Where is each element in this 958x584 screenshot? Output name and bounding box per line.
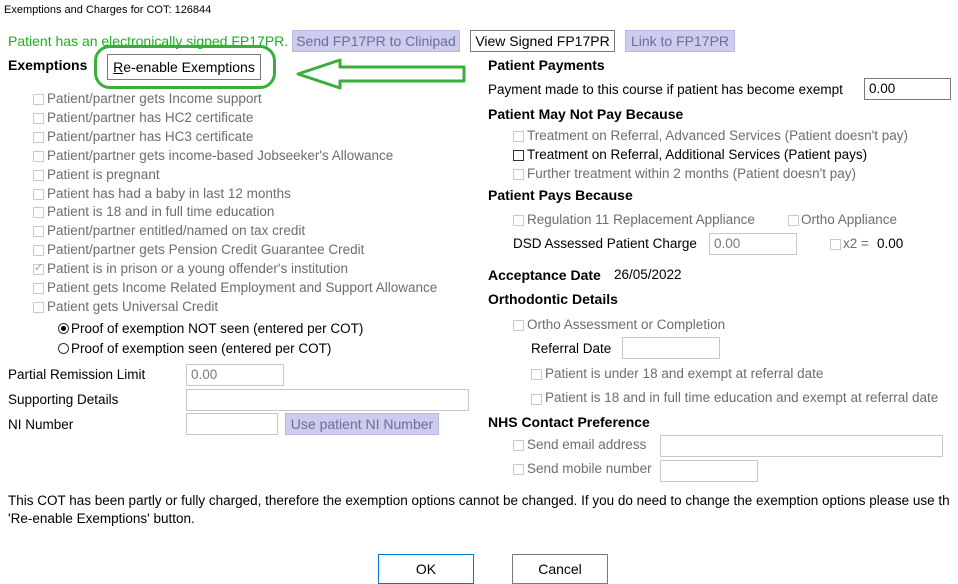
x2-label: x2 = xyxy=(843,236,869,251)
proof-not-seen-label: Proof of exemption NOT seen (entered per… xyxy=(71,321,364,336)
send-mobile-label: Send mobile number xyxy=(527,461,652,476)
reenable-exemptions-button[interactable]: Re-enable Exemptions xyxy=(107,54,261,80)
exemption-label: Patient/partner has HC2 certificate xyxy=(47,110,254,125)
ortho-assessment-checkbox[interactable] xyxy=(513,320,524,331)
send-mobile-checkbox[interactable] xyxy=(513,464,524,475)
x2-checkbox[interactable] xyxy=(830,239,841,250)
exemption-checkbox[interactable] xyxy=(33,283,44,294)
ortho-appliance-label: Ortho Appliance xyxy=(801,212,898,227)
exemption-label: Patient/partner gets Pension Credit Guar… xyxy=(47,242,365,257)
ok-button[interactable]: OK xyxy=(378,554,474,584)
cancel-button[interactable]: Cancel xyxy=(512,554,608,584)
payment-made-input[interactable]: 0.00 xyxy=(864,78,951,100)
regulation11-checkbox[interactable] xyxy=(513,215,524,226)
exemptions-heading: Exemptions xyxy=(8,57,88,73)
exemption-checkbox[interactable] xyxy=(33,245,44,256)
patient-payments-heading: Patient Payments xyxy=(488,57,605,73)
exemption-label: Patient has had a baby in last 12 months xyxy=(47,186,291,201)
send-fp17-button[interactable]: Send FP17PR to Clinipad xyxy=(292,30,460,52)
mobile-input[interactable] xyxy=(660,460,758,482)
x2-value: 0.00 xyxy=(877,236,904,251)
x2-text: x2 = xyxy=(843,236,869,251)
may-not-pay-heading: Patient May Not Pay Because xyxy=(488,106,684,122)
ortho-appliance-checkbox[interactable] xyxy=(788,215,799,226)
further-treatment-label: Further treatment within 2 months (Patie… xyxy=(527,166,856,181)
additional-services-label: Treatment on Referral, Additional Servic… xyxy=(527,147,868,162)
proof-seen-label: Proof of exemption seen (entered per COT… xyxy=(71,341,332,356)
link-fp17-button[interactable]: Link to FP17PR xyxy=(625,30,735,52)
partial-remission-label: Partial Remission Limit xyxy=(8,367,146,382)
view-signed-fp17-button[interactable]: View Signed FP17PR xyxy=(470,30,615,52)
exemption-label: Patient/partner gets Income support xyxy=(47,91,262,106)
ortho-assessment-label: Ortho Assessment or Completion xyxy=(527,317,726,332)
dsd-charge-label: DSD Assessed Patient Charge xyxy=(513,236,697,251)
advanced-services-checkbox[interactable] xyxy=(513,131,524,142)
referral-date-input[interactable] xyxy=(622,337,720,359)
supporting-details-label: Supporting Details xyxy=(8,392,119,407)
exemption-checkbox[interactable] xyxy=(33,189,44,200)
exemption-label: Patient gets Income Related Employment a… xyxy=(47,280,438,295)
ni-number-label: NI Number xyxy=(8,417,74,432)
send-email-label: Send email address xyxy=(527,437,647,452)
send-email-checkbox[interactable] xyxy=(513,440,524,451)
exemption-label: Patient/partner entitled/named on tax cr… xyxy=(47,223,306,238)
annotation-arrow-icon xyxy=(296,58,466,90)
use-ni-number-button[interactable]: Use patient NI Number xyxy=(285,413,439,435)
exemption-checkbox[interactable] xyxy=(33,302,44,313)
exemption-checkbox[interactable] xyxy=(33,226,44,237)
exemption-checkbox[interactable] xyxy=(33,151,44,162)
dsd-charge-input[interactable]: 0.00 xyxy=(709,233,797,255)
exemption-label: Patient is 18 and in full time education xyxy=(47,204,275,219)
exemption-label: Patient is pregnant xyxy=(47,167,160,182)
exemption-checkbox[interactable] xyxy=(33,207,44,218)
email-input[interactable] xyxy=(660,435,943,457)
additional-services-checkbox[interactable] xyxy=(513,150,524,161)
exemption-checkbox[interactable] xyxy=(33,132,44,143)
exemption-label: Patient/partner gets income-based Jobsee… xyxy=(47,148,394,163)
under18-checkbox[interactable] xyxy=(531,369,542,380)
window-title: Exemptions and Charges for COT: 126844 xyxy=(4,4,212,16)
nhs-contact-heading: NHS Contact Preference xyxy=(488,414,650,430)
reenable-exemptions-label: Re-enable Exemptions xyxy=(113,59,255,75)
exemption-checkbox[interactable] xyxy=(33,261,44,275)
further-treatment-checkbox[interactable] xyxy=(513,169,524,180)
regulation11-label: Regulation 11 Replacement Appliance xyxy=(527,212,755,227)
partial-remission-input[interactable]: 0.00 xyxy=(186,364,284,386)
supporting-details-input[interactable] xyxy=(186,389,469,411)
exemption-label: Patient gets Universal Credit xyxy=(47,299,219,314)
acceptance-date-value: 26/05/2022 xyxy=(614,267,682,282)
exemption-label: Patient is in prison or a young offender… xyxy=(47,261,349,276)
education-checkbox[interactable] xyxy=(531,394,542,405)
payment-made-label: Payment made to this course if patient h… xyxy=(488,82,843,97)
proof-not-seen-radio[interactable] xyxy=(58,323,69,334)
education-label: Patient is 18 and in full time education… xyxy=(545,390,939,405)
exemption-checkbox[interactable] xyxy=(33,113,44,124)
exemption-label: Patient/partner has HC3 certificate xyxy=(47,129,254,144)
charged-notice-line2: 'Re-enable Exemptions' button. xyxy=(8,511,195,526)
exemption-checkbox[interactable] xyxy=(33,94,44,105)
advanced-services-label: Treatment on Referral, Advanced Services… xyxy=(527,128,909,143)
ni-number-input[interactable] xyxy=(186,413,278,435)
proof-seen-radio[interactable] xyxy=(58,343,69,354)
referral-date-label: Referral Date xyxy=(531,341,612,356)
pays-because-heading: Patient Pays Because xyxy=(488,187,633,203)
acceptance-date-label: Acceptance Date xyxy=(488,267,601,283)
charged-notice-line1: This COT has been partly or fully charge… xyxy=(8,493,950,508)
exemption-checkbox[interactable] xyxy=(33,170,44,181)
orthodontic-heading: Orthodontic Details xyxy=(488,291,618,307)
under18-label: Patient is under 18 and exempt at referr… xyxy=(545,366,824,381)
